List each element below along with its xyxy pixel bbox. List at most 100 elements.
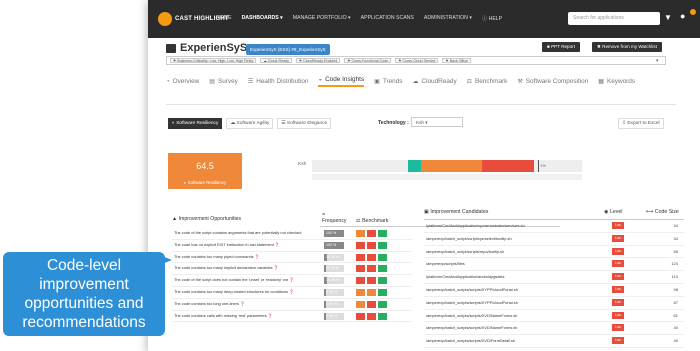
level-badge: Low bbox=[612, 337, 624, 345]
benchmark-cells bbox=[356, 230, 387, 237]
nav-item-3[interactable]: APPLICATION SCANS bbox=[361, 15, 414, 22]
tab-icon: ⚒ bbox=[517, 79, 523, 85]
opportunities-header-title: ▲ Improvement Opportunities bbox=[172, 216, 242, 222]
table-row[interactable]: /amperexp/scripts/files Low 124 bbox=[424, 258, 684, 272]
benchmark-header[interactable]: ⚖ Benchmark bbox=[356, 218, 388, 224]
candidate-path[interactable]: /amperexp/batch_scripts/scripts/XYPP/clo… bbox=[426, 300, 596, 305]
filter-tag[interactable]: ⚑ CloudReady-Enabled bbox=[295, 58, 341, 63]
benchmark-cell bbox=[356, 265, 365, 273]
code-size-value: 98 bbox=[673, 286, 678, 292]
table-row[interactable]: /amperexp/batch_scripts/scripts/XVD/Name… bbox=[424, 322, 684, 336]
candidate-path[interactable]: /platform/CmdAnd/application/xyz/arrowin… bbox=[426, 223, 596, 228]
candidates-header-title: ▣ Improvement Candidates bbox=[424, 209, 489, 215]
tab-icon: ◒ bbox=[318, 76, 323, 83]
metric-button[interactable]: ☁ Software Agility bbox=[226, 118, 274, 129]
application-badge[interactable]: ExperienSyS (ESS) #8_ExperienSyS bbox=[246, 44, 330, 55]
frequency-bar: 100 % bbox=[324, 230, 344, 237]
chevron-down-icon[interactable]: ▾ bbox=[656, 58, 659, 64]
code-size-value: 110 bbox=[671, 274, 678, 280]
candidate-path[interactable]: /amperexp/batch_script/scripts/repo/tool… bbox=[426, 249, 596, 254]
export-excel-button[interactable]: ⇩ Export to Excel bbox=[618, 118, 664, 129]
frequency-value: 6.25 % bbox=[326, 289, 338, 294]
tab-benchmark[interactable]: ⚖ Benchmark bbox=[467, 76, 508, 87]
benchmark-cell bbox=[378, 230, 387, 237]
level-badge: Low bbox=[612, 273, 624, 281]
benchmark-cells bbox=[356, 300, 387, 308]
tab-software-composition[interactable]: ⚒ Software Composition bbox=[517, 76, 588, 87]
remove-watchlist-label: Remove from my Watchlist bbox=[602, 44, 657, 49]
candidate-path[interactable]: /amperexp/batch_scripts/scripts/XVD/Form… bbox=[426, 338, 596, 343]
opportunity-description: The code has no explicit EXIT instructio… bbox=[174, 241, 280, 247]
filter-tag[interactable]: ☁ Cloud-Ready bbox=[260, 58, 292, 63]
level-badge: Low bbox=[612, 222, 624, 229]
remove-watchlist-button[interactable]: ✖ Remove from my Watchlist bbox=[592, 42, 662, 52]
tab-icon: ◔ bbox=[166, 78, 170, 85]
tab-survey[interactable]: ▤ Survey bbox=[209, 76, 238, 87]
benchmark-cell bbox=[367, 277, 376, 285]
candidate-path[interactable]: /amperexp/batch_script/script/xyz/select… bbox=[426, 236, 596, 241]
table-row[interactable]: /amperexp/batch_script/script/xyz/select… bbox=[424, 233, 684, 246]
distribution-segment-medium bbox=[421, 160, 482, 172]
table-row[interactable]: /amperexp/batch_scripts/scripts/XYPP/clo… bbox=[424, 284, 684, 297]
table-row[interactable]: /amperexp/batch_scripts/scripts/XYPP/clo… bbox=[424, 297, 684, 310]
filter-icon[interactable]: ▼ bbox=[664, 13, 674, 23]
table-row[interactable]: The code contains too long one-liners ❓ 3… bbox=[172, 299, 412, 311]
candidate-path[interactable]: /amperexp/scripts/files bbox=[426, 261, 596, 266]
tag-bar[interactable]: ⚑ Business-Criticality: Low, High, Low, … bbox=[166, 56, 666, 65]
tab-code-insights[interactable]: ◒ Code Insights bbox=[318, 76, 365, 87]
technology-select[interactable]: Ksh ▾ bbox=[411, 117, 463, 127]
ppt-report-button[interactable]: ■ PPT Report bbox=[542, 42, 580, 52]
opportunity-description: The code contains too long one-liners ❓ bbox=[174, 300, 245, 306]
candidate-path[interactable]: /amperexp/batch_scripts/scripts/XVD/Name… bbox=[426, 313, 596, 318]
candidate-path[interactable]: /platform/CmdAnd/application/androidpgsa… bbox=[426, 274, 596, 279]
tab-label: Code Insights bbox=[325, 76, 365, 83]
table-row[interactable]: /amperexp/batch_scripts/scripts/XVD/Form… bbox=[424, 335, 684, 348]
callout-annotation: Code-level improvement opportunities and… bbox=[3, 252, 165, 336]
candidate-path[interactable]: /amperexp/batch_scripts/scripts/XYPP/clo… bbox=[426, 287, 596, 292]
table-row[interactable]: /platform/CmdAnd/application/androidpgsa… bbox=[424, 271, 684, 284]
tab-health-distribution[interactable]: ☰ Health Distribution bbox=[248, 76, 309, 87]
filter-tag[interactable]: ⚑ Back Office bbox=[442, 58, 471, 63]
opportunity-description: The code of the script does not contain … bbox=[174, 277, 295, 283]
distribution-label: Ksh bbox=[298, 162, 307, 167]
table-row[interactable]: /amperexp/batch_scripts/scripts/XVD/Name… bbox=[424, 310, 684, 323]
search-input[interactable]: Search for applications bbox=[568, 12, 660, 25]
table-row[interactable]: /platform/CmdAnd/application/xyz/arrowin… bbox=[424, 220, 684, 233]
table-row[interactable]: The code has no explicit EXIT instructio… bbox=[172, 240, 412, 252]
distribution-sub-bar bbox=[312, 174, 582, 180]
code-size-header[interactable]: ⟷ Code Size bbox=[646, 209, 679, 215]
filter-tag[interactable]: ⚑ Cross-Cloud Service bbox=[395, 58, 439, 63]
tab-keywords[interactable]: ▦ Keywords bbox=[598, 76, 635, 87]
tab-bar: ◔ Overview ▤ Survey ☰ Health Distribution ◒ Cod… bbox=[166, 76, 676, 87]
table-row[interactable]: The code of the script does not contain … bbox=[172, 275, 412, 287]
level-header[interactable]: ◉ Level bbox=[604, 209, 622, 215]
candidate-path[interactable]: /amperexp/batch_scripts/scripts/XVD/Name… bbox=[426, 325, 596, 330]
tab-cloudready[interactable]: ☁ CloudReady bbox=[412, 76, 456, 87]
benchmark-cells bbox=[356, 288, 387, 296]
table-row[interactable]: The code contains calls with missing 're… bbox=[172, 311, 412, 323]
table-row[interactable]: The code of the script contains argument… bbox=[172, 228, 412, 240]
metric-button[interactable]: ◐ Software Resiliency bbox=[168, 118, 223, 129]
filter-tag[interactable]: ⚑ Cross-Functional Code bbox=[344, 58, 392, 63]
table-row[interactable]: The code contains too many implicit decl… bbox=[172, 263, 412, 276]
tab-label: Survey bbox=[217, 78, 238, 85]
filter-tag[interactable]: ⚑ Business-Criticality: Low, High, Low, … bbox=[170, 58, 257, 63]
tab-label: Overview bbox=[172, 78, 200, 85]
nav-item-0[interactable]: HOME bbox=[216, 15, 232, 22]
table-row[interactable]: The code contains too many deep-nested s… bbox=[172, 287, 412, 299]
tab-trends[interactable]: ▣ Trends bbox=[374, 76, 402, 87]
tab-overview[interactable]: ◔ Overview bbox=[166, 76, 199, 87]
main-nav: HOME DASHBOARDS ▾ MANAGE PORTFOLIO ▾ APPLIC… bbox=[216, 15, 502, 22]
frequency-header[interactable]: Frequency bbox=[322, 218, 347, 224]
candidates-header: ▣ Improvement Candidates ◉ Level ⟷ Code … bbox=[424, 206, 684, 218]
nav-item-5[interactable]: ⓘ HELP bbox=[482, 15, 502, 22]
frequency-bar: 3.85 % bbox=[324, 300, 344, 308]
notification-badge bbox=[690, 9, 696, 15]
metric-button[interactable]: ☰ Software Elegance bbox=[277, 118, 332, 129]
app-window: CAST HIGHLIGHT HOME DASHBOARDS ▾ MANAGE PO… bbox=[148, 0, 700, 351]
table-row[interactable]: The code contains too many piped command… bbox=[172, 252, 412, 264]
table-row[interactable]: /amperexp/batch_script/scripts/repo/tool… bbox=[424, 246, 684, 259]
nav-item-4[interactable]: ADMINISTRATION ▾ bbox=[424, 15, 472, 22]
nav-item-2[interactable]: MANAGE PORTFOLIO ▾ bbox=[293, 15, 351, 22]
nav-item-1[interactable]: DASHBOARDS ▾ bbox=[242, 15, 283, 22]
